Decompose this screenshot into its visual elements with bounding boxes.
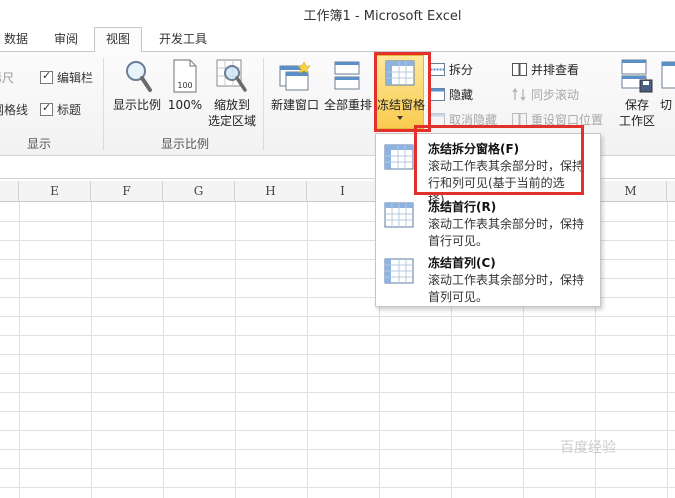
menu-item-highlight [414, 125, 584, 195]
zoom-to-selection-label-2: 选定区域 [207, 114, 256, 128]
unhide-icon [430, 112, 445, 126]
column-header-partial[interactable] [0, 181, 19, 202]
split-button[interactable]: 拆分 [430, 59, 473, 79]
group-separator [263, 58, 264, 150]
hide-icon [430, 87, 445, 101]
freeze-button-highlight [374, 52, 431, 132]
headings-label: 标题 [57, 102, 82, 117]
window-title: 工作簿1 - Microsoft Excel [303, 9, 462, 24]
menu-item-title: 冻结首列(C) [428, 256, 496, 270]
tab-review[interactable]: 审阅 [48, 30, 84, 52]
gridlines-checkbox[interactable]: 网格线 [0, 100, 28, 118]
formula-bar-label: 编辑栏 [57, 70, 94, 85]
view-side-by-side-button[interactable]: 并排查看 [512, 59, 579, 79]
watermark: 百度经验 [560, 440, 616, 456]
ruler-checkbox[interactable]: 标尺 [0, 68, 14, 86]
tab-developer[interactable]: 开发工具 [152, 30, 214, 52]
menu-item-description: 滚动工作表其余部分时，保持首列可见。 [428, 273, 585, 304]
arrange-all-button[interactable]: 全部重排 [322, 56, 374, 126]
split-icon [430, 62, 445, 76]
freeze-panes-menu-icon [384, 144, 414, 170]
sync-scrolling-icon [512, 87, 526, 101]
zoom-button[interactable]: 显示比例 [112, 56, 162, 126]
formula-bar-checkbox[interactable]: 编辑栏 [40, 68, 93, 86]
group-label-zoom: 显示比例 [160, 137, 209, 151]
tab-view[interactable]: 视图 [94, 27, 142, 53]
group-label-show: 显示 [26, 137, 51, 151]
zoom-100-button[interactable]: 100 100% [166, 56, 204, 126]
menu-item-freeze-top-row[interactable]: 冻结首行(R) 滚动工作表其余部分时，保持首行可见。 [376, 194, 600, 250]
zoom-100-icon-text: 100 [177, 81, 192, 90]
switch-windows-icon [661, 61, 675, 89]
view-side-by-side-label: 并排查看 [531, 62, 580, 77]
tab-data[interactable]: 数据 [0, 30, 32, 52]
title-bar: 工作簿1 - Microsoft Excel [0, 0, 675, 26]
hide-label: 隐藏 [449, 87, 474, 102]
column-header-h[interactable]: H [235, 181, 307, 202]
switch-windows-button[interactable]: 切 [660, 56, 675, 126]
ruler-label: 标尺 [0, 70, 15, 85]
zoom-100-label: 100% [167, 98, 203, 112]
column-header-g[interactable]: G [163, 181, 235, 202]
column-header-i[interactable]: I [307, 181, 379, 202]
freeze-first-column-icon [384, 258, 414, 284]
zoom-100-icon: 100 [173, 59, 197, 93]
menu-item-freeze-first-column[interactable]: 冻结首列(C) 滚动工作表其余部分时，保持首列可见。 [376, 250, 600, 306]
arrange-all-icon [334, 61, 360, 90]
zoom-to-selection-icon [216, 59, 247, 92]
split-label: 拆分 [449, 62, 474, 77]
zoom-to-selection-button[interactable]: 缩放到 选定区域 [206, 56, 258, 128]
column-header-e[interactable]: E [19, 181, 91, 202]
save-workspace-label-1: 保存 [624, 98, 649, 112]
menu-item-title: 冻结首行(R) [428, 200, 497, 214]
column-header-f[interactable]: F [91, 181, 163, 202]
arrange-all-label: 全部重排 [323, 98, 372, 112]
zoom-to-selection-label-1: 缩放到 [213, 98, 250, 112]
checkbox-checked-icon [40, 101, 53, 116]
switch-windows-label: 切 [660, 98, 673, 112]
hide-button[interactable]: 隐藏 [430, 84, 473, 104]
menu-item-description: 滚动工作表其余部分时，保持首行可见。 [428, 217, 585, 248]
zoom-label: 显示比例 [112, 98, 161, 112]
new-window-icon [279, 61, 311, 91]
ribbon-tabs: 数据 审阅 视图 开发工具 [0, 26, 675, 53]
freeze-top-row-icon [384, 202, 414, 228]
save-workspace-icon [621, 59, 653, 93]
sync-scrolling-label: 同步滚动 [531, 87, 580, 102]
magnifier-icon [126, 61, 152, 92]
save-workspace-button[interactable]: 保存 工作区 [612, 56, 662, 130]
new-window-label: 新建窗口 [270, 98, 319, 112]
side-by-side-icon [512, 62, 527, 76]
reset-window-position-icon [512, 112, 527, 126]
save-workspace-label-2: 工作区 [618, 114, 655, 128]
gridlines-label: 网格线 [0, 102, 29, 117]
headings-checkbox[interactable]: 标题 [40, 100, 81, 118]
column-header-m[interactable]: M [595, 181, 667, 202]
new-window-button[interactable]: 新建窗口 [268, 56, 322, 126]
sync-scrolling-button[interactable]: 同步滚动 [512, 84, 579, 104]
group-separator [103, 58, 104, 150]
checkbox-checked-icon [40, 69, 53, 84]
